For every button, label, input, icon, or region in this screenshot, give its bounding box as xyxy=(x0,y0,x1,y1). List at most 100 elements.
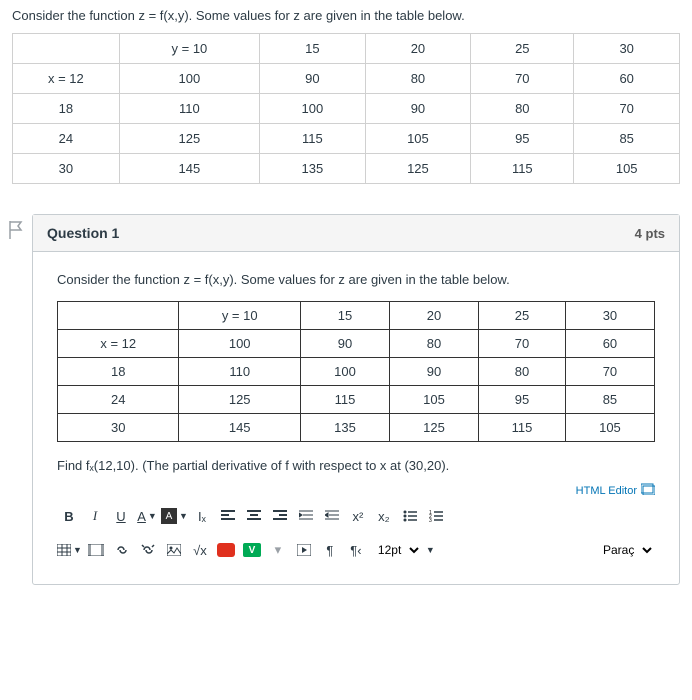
table-header: 15 xyxy=(260,34,366,64)
table-header: 30 xyxy=(565,302,654,330)
html-editor-link[interactable]: HTML Editor xyxy=(576,485,637,497)
table-cell: x = 12 xyxy=(58,330,179,358)
table-cell: 80 xyxy=(365,64,471,94)
table-cell: 135 xyxy=(300,414,389,442)
table-cell: 115 xyxy=(479,414,566,442)
table-cell: 115 xyxy=(260,124,366,154)
superscript-button[interactable]: x² xyxy=(346,504,370,528)
ltr-button[interactable]: ¶ xyxy=(318,538,342,562)
question-header: Question 1 4 pts xyxy=(33,215,679,252)
table-cell: 90 xyxy=(365,94,471,124)
clear-format-button[interactable]: Iₓ xyxy=(190,504,214,528)
table-cell: 70 xyxy=(471,64,574,94)
table-header-row: y = 10 15 20 25 30 xyxy=(58,302,655,330)
table-cell: 105 xyxy=(390,386,479,414)
table-cell: 95 xyxy=(471,124,574,154)
table-row: 30 145 135 125 115 105 xyxy=(13,154,680,184)
table-cell: 70 xyxy=(574,94,680,124)
table-cell: 135 xyxy=(260,154,366,184)
table-cell: 125 xyxy=(390,414,479,442)
table-cell: 100 xyxy=(179,330,300,358)
record-button[interactable] xyxy=(214,538,238,562)
unlink-button[interactable] xyxy=(136,538,160,562)
editor-toolbar: B I U A▼ A▼ Iₓ xyxy=(57,502,655,534)
subscript-button[interactable]: x₂ xyxy=(372,504,396,528)
table-header-row: y = 10 15 20 25 30 xyxy=(13,34,680,64)
table-row: 24 125 115 105 95 85 xyxy=(58,386,655,414)
table-header: 25 xyxy=(479,302,566,330)
chevron-down-icon: ▼ xyxy=(426,545,435,555)
table-header: y = 10 xyxy=(119,34,259,64)
number-list-button[interactable]: 123 xyxy=(424,504,448,528)
table-cell: 60 xyxy=(565,330,654,358)
table-row: 18 110 100 90 80 70 xyxy=(13,94,680,124)
table-button[interactable]: ▼ xyxy=(57,538,82,562)
bullet-list-button[interactable] xyxy=(398,504,422,528)
bg-color-button[interactable]: A▼ xyxy=(161,504,188,528)
link-button[interactable] xyxy=(110,538,134,562)
table-cell: 24 xyxy=(13,124,120,154)
question-data-table: y = 10 15 20 25 30 x = 12 100 90 80 70 6… xyxy=(57,301,655,442)
underline-button[interactable]: U xyxy=(109,504,133,528)
table-cell: 115 xyxy=(471,154,574,184)
table-cell: 60 xyxy=(574,64,680,94)
table-cell: 70 xyxy=(479,330,566,358)
table-cell: 100 xyxy=(260,94,366,124)
image-button[interactable] xyxy=(162,538,186,562)
sqrt-button[interactable]: √x xyxy=(188,538,212,562)
table-cell: 18 xyxy=(13,94,120,124)
table-cell: 24 xyxy=(58,386,179,414)
bold-button[interactable]: B xyxy=(57,504,81,528)
table-header xyxy=(58,302,179,330)
table-cell: 95 xyxy=(479,386,566,414)
insert-v-button[interactable]: V xyxy=(240,538,264,562)
align-center-button[interactable] xyxy=(242,504,266,528)
text-color-button[interactable]: A▼ xyxy=(135,504,159,528)
editor-icon[interactable] xyxy=(641,483,655,498)
question-find-text: Find fₓ(12,10). (The partial derivative … xyxy=(57,458,655,473)
table-cell: 100 xyxy=(119,64,259,94)
outdent-button[interactable] xyxy=(320,504,344,528)
table-header: 15 xyxy=(300,302,389,330)
table-cell: 85 xyxy=(574,124,680,154)
insert-media-button[interactable] xyxy=(84,538,108,562)
play-button[interactable] xyxy=(292,538,316,562)
table-cell: 18 xyxy=(58,358,179,386)
table-cell: 80 xyxy=(471,94,574,124)
table-cell: 110 xyxy=(179,358,300,386)
table-header: 25 xyxy=(471,34,574,64)
editor-toolbar-row2: ▼ √x V ▾ xyxy=(57,534,655,568)
table-cell: 145 xyxy=(119,154,259,184)
italic-button[interactable]: I xyxy=(83,504,107,528)
table-header: 30 xyxy=(574,34,680,64)
rtl-button[interactable]: ¶‹ xyxy=(344,538,368,562)
flag-icon[interactable] xyxy=(8,220,24,585)
svg-text:3: 3 xyxy=(429,518,432,522)
table-cell: 105 xyxy=(565,414,654,442)
table-header: y = 10 xyxy=(179,302,300,330)
question-points: 4 pts xyxy=(635,226,665,241)
table-cell: 70 xyxy=(565,358,654,386)
table-row: 30 145 135 125 115 105 xyxy=(58,414,655,442)
table-cell: 115 xyxy=(300,386,389,414)
question-card: Question 1 4 pts Consider the function z… xyxy=(32,214,680,585)
table-cell: 125 xyxy=(365,154,471,184)
table-cell: 145 xyxy=(179,414,300,442)
table-row: x = 12 100 90 80 70 60 xyxy=(58,330,655,358)
font-size-select[interactable]: 12pt xyxy=(370,542,422,558)
table-cell: 30 xyxy=(13,154,120,184)
table-cell: 105 xyxy=(574,154,680,184)
table-cell: 110 xyxy=(119,94,259,124)
align-left-button[interactable] xyxy=(216,504,240,528)
paragraph-select[interactable]: Paraç xyxy=(595,542,655,558)
table-cell: 30 xyxy=(58,414,179,442)
table-cell: 80 xyxy=(390,330,479,358)
chevron-down-button[interactable]: ▾ xyxy=(266,538,290,562)
align-right-button[interactable] xyxy=(268,504,292,528)
question-title: Question 1 xyxy=(47,225,119,241)
table-cell: 90 xyxy=(260,64,366,94)
table-cell: 125 xyxy=(119,124,259,154)
table-row: 18 110 100 90 80 70 xyxy=(58,358,655,386)
indent-button[interactable] xyxy=(294,504,318,528)
table-cell: 85 xyxy=(565,386,654,414)
